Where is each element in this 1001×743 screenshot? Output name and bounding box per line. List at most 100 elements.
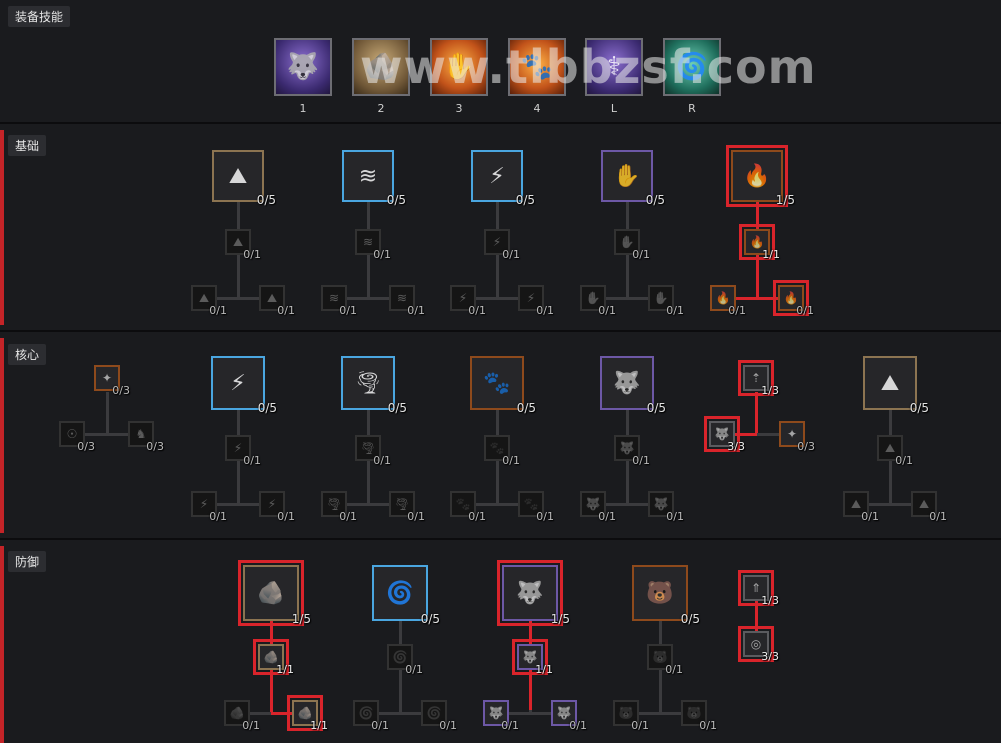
werewolf-howl-icon: 🐺 [286, 52, 320, 82]
basic-skill-5-choice-right[interactable]: 🔥 0/1 [773, 280, 814, 317]
core-skill-1-choice-left[interactable]: ⚡ 0/1 [191, 491, 227, 523]
rank-counter: 1/5 [550, 612, 570, 626]
maul-icon[interactable]: 🔥 1/5 [726, 145, 795, 207]
defense-skill-3-modifier[interactable]: 🐺 1/1 [512, 639, 553, 676]
core-skill-4-modifier[interactable]: 🐺 0/1 [614, 435, 650, 467]
rank-counter: 3/3 [761, 650, 779, 663]
basic-skill-2-choice-right[interactable]: ≋ 0/1 [389, 285, 425, 317]
basic-skill-4-choice-left[interactable]: ✋ 0/1 [580, 285, 616, 317]
core-passive-right-b[interactable]: ✦ 0/3 [779, 421, 815, 453]
core-skill-2-choice-right[interactable]: 🌪 0/1 [389, 491, 425, 523]
defense-skill-4-modifier[interactable]: 🐻 0/1 [647, 644, 683, 676]
core-skill-1-choice-right[interactable]: ⚡ 0/1 [259, 491, 295, 523]
defense-skill-4-main-icon: 🐻 [646, 580, 674, 606]
equipped-slot-1[interactable]: 🐺 [274, 38, 332, 96]
shred-icon[interactable]: 🐺 0/5 [600, 356, 666, 415]
storm-strike-icon[interactable]: ⚡ 0/5 [471, 150, 535, 207]
rank-counter: 1/1 [276, 663, 294, 676]
tree-connector [237, 255, 240, 298]
core-passive-left-b[interactable]: ♞ 0/3 [128, 421, 164, 453]
core-skill-1-main-icon: ⚡ [230, 370, 246, 396]
rank-counter: 0/1 [796, 304, 814, 317]
rank-counter: 0/5 [256, 193, 276, 207]
tree-connector [626, 202, 629, 229]
earth-spike-icon[interactable]: ⛰ 0/5 [212, 150, 276, 207]
tree-connector [237, 202, 240, 229]
keybind-label: 3 [455, 102, 463, 115]
core-passive-right-top[interactable]: ⇡ 1/3 [738, 360, 779, 397]
core-passive-left-top[interactable]: ✦ 0/3 [94, 365, 130, 397]
rank-counter: 0/1 [501, 719, 519, 732]
basic-skill-1-modifier[interactable]: ⛰ 0/1 [225, 229, 261, 261]
basic-skill-1-choice-right[interactable]: ⛰ 0/1 [259, 285, 295, 317]
earthen-bulwark-icon[interactable]: 🪨 1/5 [238, 560, 311, 626]
core-skill-2-choice-left[interactable]: 🌪 0/1 [321, 491, 357, 523]
defense-skill-2-choice-left[interactable]: 🌀 0/1 [353, 700, 389, 732]
defense-skill-3-choice-right[interactable]: 🐺 0/1 [551, 700, 587, 732]
basic-skill-3-modifier[interactable]: ⚡ 0/1 [484, 229, 520, 261]
basic-skill-5-modifier[interactable]: 🔥 1/1 [739, 224, 780, 261]
rank-counter: 0/1 [405, 663, 423, 676]
basic-skill-2-modifier[interactable]: ≋ 0/1 [355, 229, 391, 261]
basic-skill-5-choice-left[interactable]: 🔥 0/1 [710, 285, 746, 317]
landslide-icon[interactable]: ⛰ 0/5 [863, 356, 929, 415]
tree-connector [237, 461, 240, 504]
core-skill-5-choice-right[interactable]: ⛰ 0/1 [911, 491, 947, 523]
rank-counter: 0/1 [277, 510, 295, 523]
rank-counter: 0/1 [929, 510, 947, 523]
defense-skill-2-modifier[interactable]: 🌀 0/1 [387, 644, 423, 676]
defense-skill-3-choice-left[interactable]: 🐺 0/1 [483, 700, 519, 732]
rank-counter: 0/1 [209, 510, 227, 523]
rank-counter: 0/5 [387, 401, 407, 415]
wind-shear-icon[interactable]: ≋ 0/5 [342, 150, 406, 207]
core-skill-4-choice-right[interactable]: 🐺 0/1 [648, 491, 684, 523]
tree-connector [889, 410, 892, 435]
core-passive-right-a[interactable]: 🐺 3/3 [704, 416, 745, 453]
defense-skill-2-choice-right[interactable]: 🌀 0/1 [421, 700, 457, 732]
core-skill-5-modifier[interactable]: ⛰ 0/1 [877, 435, 913, 467]
rank-counter: 0/1 [242, 719, 260, 732]
tree-connector [270, 670, 273, 713]
basic-skill-1-choice-left[interactable]: ⛰ 0/1 [191, 285, 227, 317]
cyclone-armor-icon[interactable]: 🌀 0/5 [372, 565, 440, 626]
core-skill-2-main-icon: 🌪 [354, 370, 382, 396]
rank-counter: 0/3 [146, 440, 164, 453]
defense-skill-1-choice-left[interactable]: 🪨 0/1 [224, 700, 260, 732]
skill-frame: 🪨 [243, 565, 299, 621]
core-skill-5-choice-left[interactable]: ⛰ 0/1 [843, 491, 879, 523]
basic-skill-3-choice-right[interactable]: ⚡ 0/1 [518, 285, 554, 317]
defense-skill-1-choice-right[interactable]: 🪨 1/1 [287, 695, 328, 732]
core-skill-3-modifier[interactable]: 🐾 0/1 [484, 435, 520, 467]
core-section-title: 核心 [8, 344, 47, 365]
core-skill-3-choice-right[interactable]: 🐾 0/1 [518, 491, 554, 523]
claw-icon[interactable]: ✋ 0/5 [601, 150, 665, 207]
basic-skill-4-choice-right[interactable]: ✋ 0/1 [648, 285, 684, 317]
tree-connector [399, 621, 402, 644]
debilitating-roar-icon[interactable]: 🐻 0/5 [632, 565, 700, 626]
defense-skill-1-modifier[interactable]: 🪨 1/1 [253, 639, 294, 676]
core-skill-1-modifier[interactable]: ⚡ 0/1 [225, 435, 261, 467]
rank-counter: 0/1 [407, 304, 425, 317]
core-skill-3-choice-left[interactable]: 🐾 0/1 [450, 491, 486, 523]
defense-skill-4-choice-left[interactable]: 🐻 0/1 [613, 700, 649, 732]
basic-skill-3-choice-left[interactable]: ⚡ 0/1 [450, 285, 486, 317]
blood-howl-icon[interactable]: 🐺 1/5 [497, 560, 570, 626]
tornado-icon[interactable]: 🌪 0/5 [341, 356, 407, 415]
defense-skill-4-choice-right[interactable]: 🐻 0/1 [681, 700, 717, 732]
core-skill-2-modifier[interactable]: 🌪 0/1 [355, 435, 391, 467]
defense-passive-top[interactable]: ⇑ 1/3 [738, 570, 779, 607]
defense-skill-3-main-icon: 🐺 [516, 580, 544, 606]
basic-skill-4-modifier[interactable]: ✋ 0/1 [614, 229, 650, 261]
basic-skill-2-choice-left[interactable]: ≋ 0/1 [321, 285, 357, 317]
rank-counter: 0/1 [373, 248, 391, 261]
rank-counter: 0/1 [439, 719, 457, 732]
defense-passive-bottom[interactable]: ◎ 3/3 [738, 626, 779, 663]
lightning-storm-icon[interactable]: ⚡ 0/5 [211, 356, 277, 415]
core-skill-4-choice-left[interactable]: 🐺 0/1 [580, 491, 616, 523]
rank-counter: 0/1 [468, 304, 486, 317]
pulverize-icon[interactable]: 🐾 0/5 [470, 356, 536, 415]
core-passive-left-a[interactable]: ☉ 0/3 [59, 421, 95, 453]
basic-skill-2-main-icon: ≋ [358, 163, 378, 189]
watermark: www.tlbbzsf.com [360, 40, 817, 94]
rank-counter: 0/1 [895, 454, 913, 467]
